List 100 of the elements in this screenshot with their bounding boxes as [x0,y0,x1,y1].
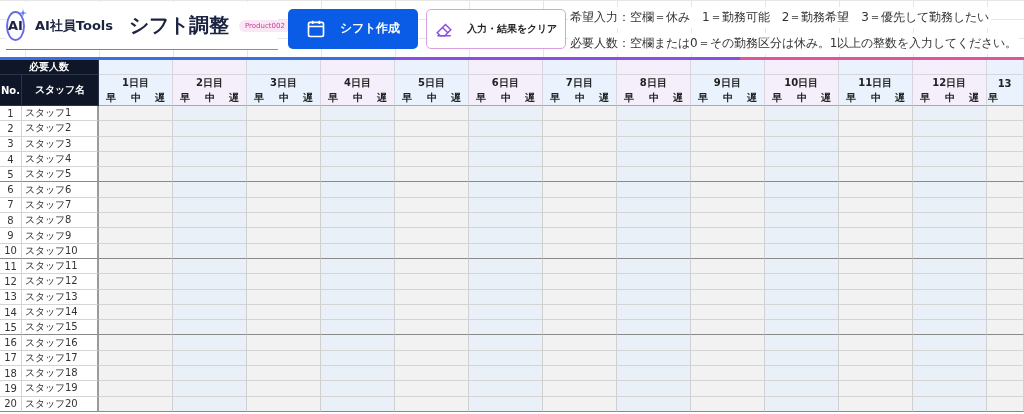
day-header: 10日目 [764,75,839,91]
required-count-cell[interactable] [912,60,938,75]
required-count-cell[interactable] [690,60,716,75]
shift-header: 早 [912,91,938,106]
day-header: 3日目 [246,75,321,91]
required-count-cell[interactable] [246,60,272,75]
shift-header: 中 [271,91,297,106]
staff-name: スタッフ6 [22,182,99,198]
shift-header: 遅 [592,91,617,106]
shift-header: 遅 [222,91,247,106]
shift-header: 中 [641,91,667,106]
shift-header: 中 [197,91,223,106]
required-count-cell[interactable] [468,60,494,75]
brand-name: AI社員Tools [34,16,113,35]
row-number: 5 [0,167,22,183]
shift-header: 中 [493,91,519,106]
required-count-cell[interactable] [616,60,642,75]
clear-button[interactable]: 入力・結果をクリア [426,8,566,49]
staff-name: スタッフ1 [22,106,99,122]
shift-header: 早 [690,91,716,106]
required-count-cell[interactable] [444,60,469,75]
shift-header: 早 [394,91,420,106]
row-number: 2 [0,121,22,137]
day-header: 12日目 [912,75,987,91]
day-header: 8日目 [616,75,691,91]
shift-header: 遅 [961,91,987,106]
shift-header: 早 [542,91,568,106]
required-count-cell[interactable] [296,60,321,75]
shift-header: 早 [320,91,346,106]
required-count-cell[interactable] [961,60,987,75]
shift-header: 早 [172,91,198,106]
shift-header: 中 [345,91,371,106]
shift-header: 早 [99,91,124,106]
shift-header: 遅 [370,91,395,106]
logo: AI [6,10,25,41]
row-number: 16 [0,335,22,351]
day-header: 1日目 [99,75,173,91]
shift-header: 中 [937,91,962,106]
shift-header: 中 [715,91,741,106]
required-count-cell[interactable] [542,60,568,75]
row-number: 6 [0,182,22,198]
row-number: 1 [0,106,22,122]
required-count-cell[interactable] [888,60,913,75]
shift-header: 遅 [740,91,765,106]
shift-header: 早 [764,91,790,106]
shift-header: 早 [246,91,272,106]
shift-header: 早 [468,91,494,106]
day-header: 13 [986,75,1024,91]
required-count-cell[interactable] [148,60,173,75]
shift-header: 遅 [444,91,469,106]
required-count-cell[interactable] [99,60,124,75]
shift-header: 遅 [148,91,173,106]
shift-header: 遅 [888,91,913,106]
required-count-cell[interactable] [172,60,198,75]
column-header: スタッフ名 [22,75,99,106]
row-number: 15 [0,320,22,336]
shift-header: 遅 [296,91,321,106]
shift-header: 早 [838,91,864,106]
required-count-header: 必要人数 [0,60,99,75]
staff-name: スタッフ15 [22,320,99,336]
required-count-cell[interactable] [764,60,790,75]
shift-header: 遅 [666,91,691,106]
shift-header: 中 [789,91,815,106]
note-text: 必要人数：空欄または0＝その勤務区分は休み。1以上の整数を入力してください。 [568,33,1020,54]
shift-header: 中 [863,91,888,106]
required-count-cell[interactable] [1011,60,1024,75]
calendar-icon [306,18,326,39]
day-header: 2日目 [172,75,247,91]
staff-name: スタッフ16 [22,335,99,351]
sparkle-icon [18,8,27,17]
day-header: 6日目 [468,75,543,91]
create-shift-button[interactable]: シフト作成 [288,8,418,49]
day-header: 11日目 [838,75,913,91]
shift-header: 中 [419,91,445,106]
row-number: 18 [0,366,22,382]
row-number: 8 [0,213,22,229]
required-count-cell[interactable] [838,60,864,75]
required-count-cell[interactable] [592,60,617,75]
shift-header: 遅 [814,91,839,106]
row-number: 12 [0,274,22,290]
required-count-cell[interactable] [814,60,839,75]
staff-name: スタッフ19 [22,381,99,397]
day-header: 7日目 [542,75,617,91]
staff-name: スタッフ2 [22,121,99,137]
column-header: No. [0,75,22,106]
shift-header: 中 [567,91,593,106]
required-count-cell[interactable] [222,60,247,75]
row-number: 9 [0,228,22,244]
shift-header: 中 [123,91,149,106]
required-count-cell[interactable] [666,60,691,75]
shift-header: 遅 [518,91,543,106]
required-count-cell[interactable] [370,60,395,75]
day-header: 4日目 [320,75,395,91]
row-number: 19 [0,381,22,397]
required-count-cell[interactable] [518,60,543,75]
required-count-cell[interactable] [320,60,346,75]
staff-name: スタッフ5 [22,167,99,183]
staff-name: スタッフ12 [22,274,99,290]
required-count-cell[interactable] [394,60,420,75]
required-count-cell[interactable] [740,60,765,75]
